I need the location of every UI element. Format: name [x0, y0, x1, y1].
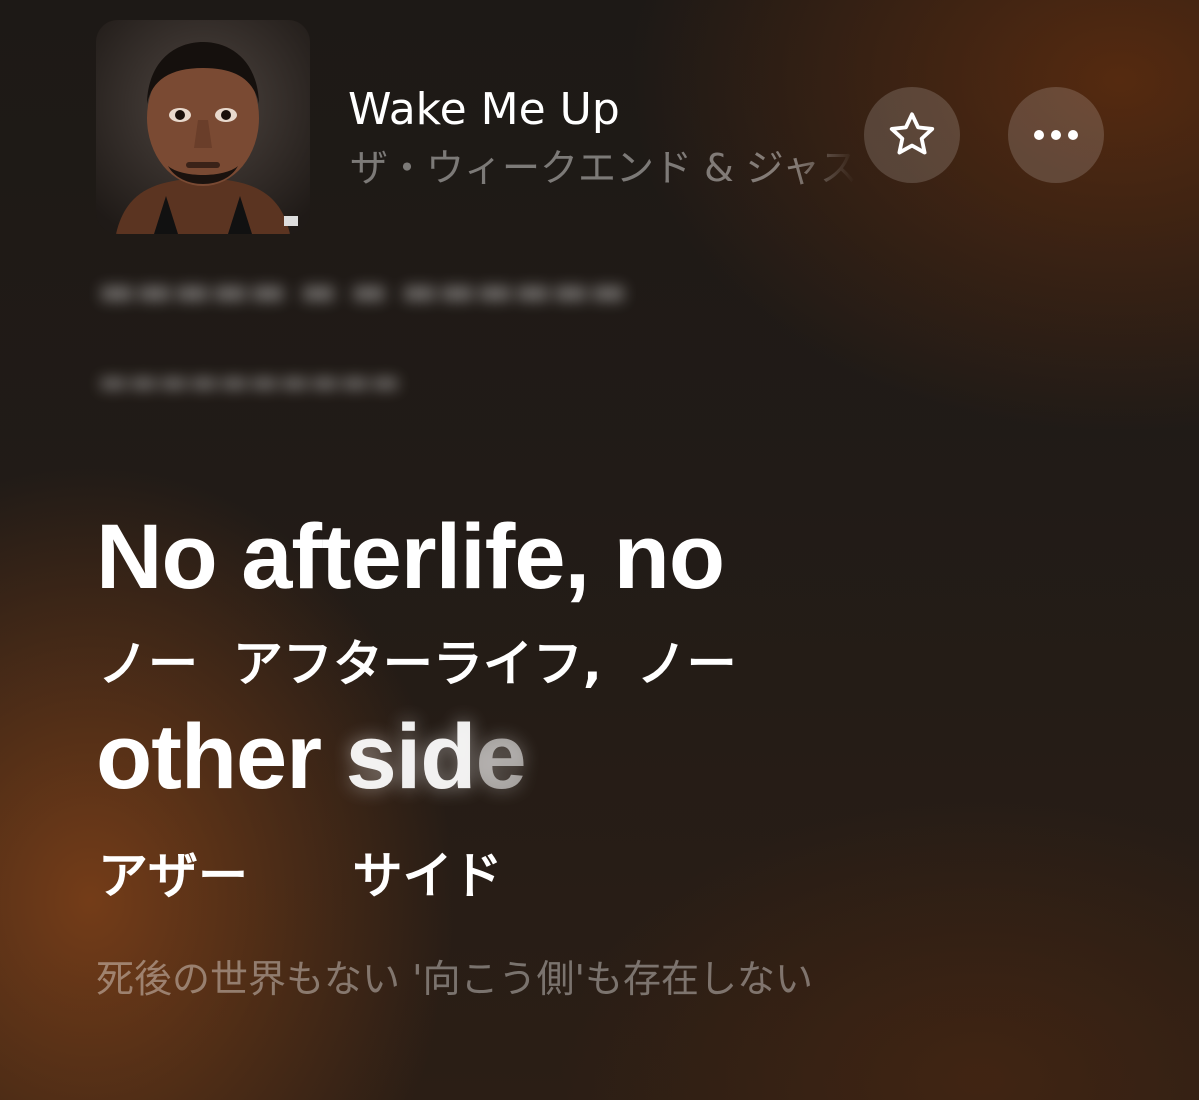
current-lyric-pronunciation: ノー アフターライフ, ノー [98, 635, 737, 693]
ellipsis-icon [1034, 130, 1078, 140]
current-lyric-line-continued[interactable]: other side [96, 705, 527, 810]
current-lyric-line[interactable]: No afterlife, no [96, 505, 725, 610]
artist-name-container[interactable]: ザ・ウィークエンド & ジャスティス [350, 142, 855, 194]
star-icon [889, 112, 935, 155]
lyric-upcoming-part: e [475, 706, 527, 808]
more-options-button[interactable] [1008, 87, 1104, 183]
album-artwork[interactable] [96, 20, 310, 234]
lyric-sung-part: other [96, 706, 346, 808]
current-lyric-pronunciation-continued: アザー サイド [98, 847, 503, 905]
portrait-image [96, 20, 310, 234]
song-title[interactable]: Wake Me Up [348, 84, 620, 135]
artist-name: ザ・ウィークエンド & ジャスティス [350, 146, 855, 190]
favorite-button[interactable] [864, 87, 960, 183]
lyric-singing-part: sid [345, 706, 477, 808]
previous-translation-blurred: ▬▬▬▬▬▬▬▬▬▬ [98, 362, 401, 400]
lyric-translation: 死後の世界もない '向こう側'も存在しない [96, 957, 813, 1001]
previous-lyric-line-blurred: ▬▬▬▬▬ ▬ ▬ ▬▬▬▬▬▬ [98, 268, 628, 314]
